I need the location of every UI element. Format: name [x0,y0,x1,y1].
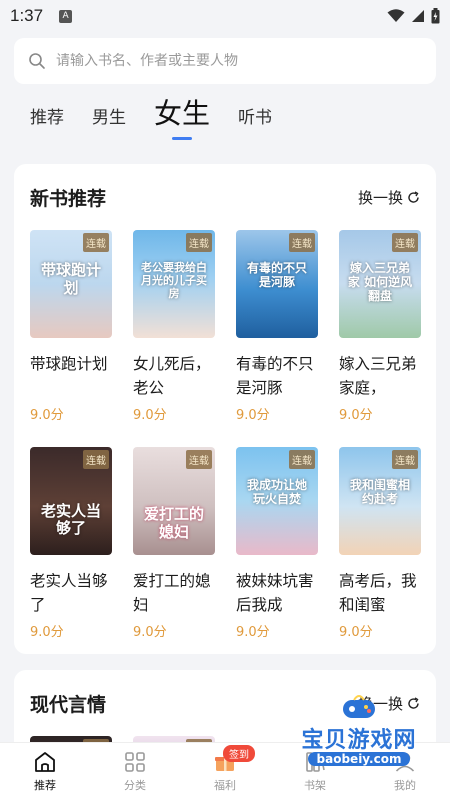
serial-tag: 连载 [392,450,418,469]
tab-audiobook[interactable]: 听书 [238,103,272,138]
book-item[interactable]: 连载 老实人当够了 老实人当够了 9.0分 [30,447,112,640]
book-score: 9.0分 [133,625,167,640]
refresh-icon [408,696,419,709]
book-score: 9.0分 [30,625,64,640]
book-title: 老实人当够了 [30,572,108,614]
book-item[interactable]: 连载 嫁入三兄弟家 如何逆风翻盘 嫁入三兄弟家庭， 9.0分 [339,230,421,423]
book-title: 带球跑计划 [30,355,108,373]
book-grid: 连载 带球跑计划 带球跑计划 9.0分 连载 老公要我给白月光的儿子买房 女儿死… [30,230,421,640]
section-new-books: 新书推荐 换一换 连载 带球跑计划 带球跑计划 9.0分 连载 老公要我给白月光… [14,164,436,654]
shelf-icon [306,752,325,772]
nav-label: 书架 [304,779,326,792]
serial-tag: 连载 [289,233,315,252]
book-cover: 连载 我和闺蜜相约赴考 [339,447,421,555]
book-title: 女儿死后，老公 [133,355,211,397]
home-icon [35,752,55,772]
book-title: 嫁入三兄弟家庭， [339,355,417,397]
nav-recommend[interactable]: 推荐 [0,743,90,800]
refresh-label: 换一换 [357,694,403,713]
book-cover: 连载 老公要我给白月光的儿子买房 [133,230,215,338]
checkin-badge: 签到 [223,745,255,762]
section-title: 现代言情 [30,693,107,716]
nav-label: 福利 [214,779,236,792]
serial-tag: 连载 [289,450,315,469]
book-score: 9.0分 [236,625,270,640]
book-cover: 连载 带球跑计划 [30,230,112,338]
book-item[interactable]: 连载 爱打工的媳妇 爱打工的媳妇 9.0分 [133,447,215,640]
book-cover: 连载 我成功让她玩火自焚 [236,447,318,555]
signal-icon [412,10,424,22]
book-item[interactable]: 连载 带球跑计划 带球跑计划 9.0分 [30,230,112,423]
book-title: 爱打工的媳妇 [133,572,211,614]
serial-tag: 连载 [186,450,212,469]
bottom-nav: 推荐 分类 签到 福利 书架 我的 [0,742,450,800]
tab-male[interactable]: 男生 [92,103,126,138]
cover-title: 老公要我给白月光的儿子买房 [141,261,207,300]
serial-tag: 连载 [392,233,418,252]
cover-title: 老实人当够了 [40,502,101,538]
search-input[interactable] [56,53,422,69]
nav-label: 分类 [124,779,146,792]
wifi-icon [387,9,405,22]
nav-label: 我的 [394,779,416,792]
cover-title: 带球跑计划 [40,261,101,297]
search-bar[interactable] [14,38,436,84]
book-score: 9.0分 [339,408,373,423]
book-item[interactable]: 连载 我成功让她玩火自焚 被妹妹坑害后我成 9.0分 [236,447,318,640]
cover-title: 我和闺蜜相约赴考 [349,478,410,507]
serial-tag: 连载 [83,450,109,469]
refresh-button[interactable]: 换一换 [358,693,420,714]
book-title: 高考后，我和闺蜜 [339,572,417,614]
tab-female[interactable]: 女生 [154,92,210,138]
book-item[interactable]: 连载 老公要我给白月光的儿子买房 女儿死后，老公 9.0分 [133,230,215,423]
nav-welfare[interactable]: 签到 福利 [180,743,270,800]
book-item[interactable]: 连载 有毒的不只是河豚 有毒的不只是河豚 9.0分 [236,230,318,423]
section-header: 新书推荐 换一换 [30,164,420,230]
nav-profile[interactable]: 我的 [360,743,450,800]
book-score: 9.0分 [133,408,167,423]
book-cover: 连载 老实人当够了 [30,447,112,555]
grid-icon [125,752,145,772]
serial-tag: 连载 [186,233,212,252]
cover-title: 有毒的不只是河豚 [246,261,307,290]
book-item[interactable]: 连载 我和闺蜜相约赴考 高考后，我和闺蜜 9.0分 [339,447,421,640]
status-bar: 1:37 A [0,0,450,32]
book-title: 有毒的不只是河豚 [236,355,314,397]
refresh-button[interactable]: 换一换 [358,187,420,208]
book-title: 被妹妹坑害后我成 [236,572,314,614]
refresh-icon [408,190,419,203]
nav-bookshelf[interactable]: 书架 [270,743,360,800]
cover-title: 我成功让她玩火自焚 [246,478,307,507]
book-cover: 连载 嫁入三兄弟家 如何逆风翻盘 [339,230,421,338]
serial-tag: 连载 [83,233,109,252]
book-cover: 连载 有毒的不只是河豚 [236,230,318,338]
book-score: 9.0分 [30,408,64,423]
cover-title: 嫁入三兄弟家 如何逆风翻盘 [347,261,413,303]
battery-icon [431,8,440,24]
cover-title: 爱打工的媳妇 [143,505,204,541]
nav-category[interactable]: 分类 [90,743,180,800]
book-score: 9.0分 [236,408,270,423]
book-cover: 连载 爱打工的媳妇 [133,447,215,555]
user-icon [395,752,415,772]
section-title: 新书推荐 [30,187,107,210]
notification-a-icon: A [59,9,73,23]
status-icons [387,8,440,24]
category-tabs: 推荐 男生 女生 听书 [0,84,450,138]
book-score: 9.0分 [339,625,373,640]
nav-label: 推荐 [34,779,56,792]
search-icon [29,53,45,69]
refresh-label: 换一换 [357,188,403,207]
tab-recommend[interactable]: 推荐 [30,103,64,138]
section-header: 现代言情 换一换 [30,670,420,736]
status-time: 1:37 [10,6,44,25]
